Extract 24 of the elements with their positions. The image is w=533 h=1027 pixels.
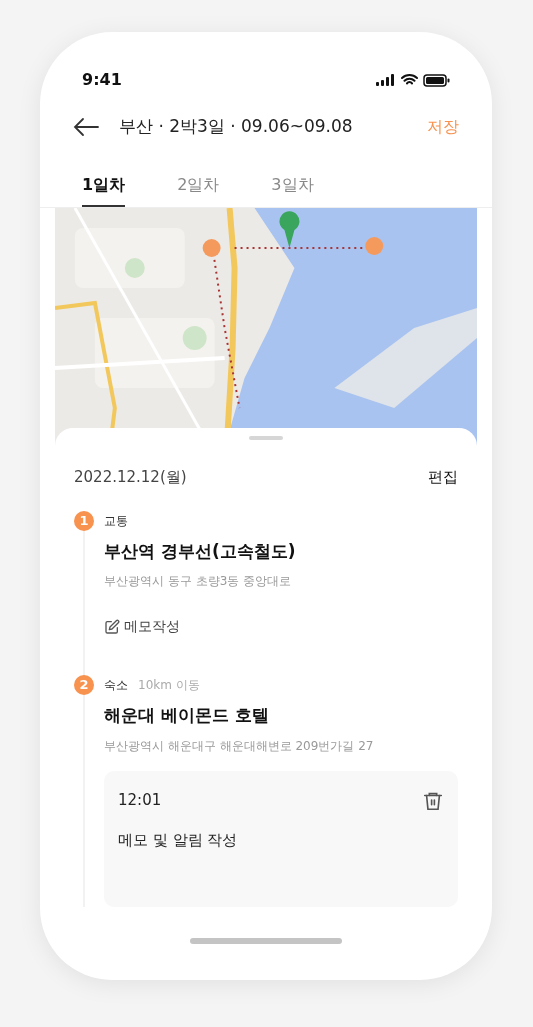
place-name: 해운대 베이몬드 호텔 xyxy=(104,704,270,727)
day-tab[interactable]: 3일차 xyxy=(271,173,314,207)
sheet-handle[interactable] xyxy=(249,436,283,440)
place-address: 부산광역시 해운대구 해운대해변로 209번가길 27 xyxy=(104,737,375,755)
memo-time: 12:01 xyxy=(118,790,162,812)
status-time: 9:41 xyxy=(82,69,122,91)
signal-icon xyxy=(376,74,396,86)
back-arrow-icon[interactable] xyxy=(73,117,99,137)
category-label: 숙소 xyxy=(104,677,128,694)
date-label: 2022.12.12(월) xyxy=(74,467,187,488)
pencil-icon xyxy=(104,618,120,635)
place-address: 부산광역시 동구 초량3동 중앙대로 xyxy=(104,573,293,590)
memo-text: 메모 및 알림 작성 xyxy=(118,829,239,851)
distance-label: 10km 이동 xyxy=(138,677,200,694)
step-number: 2 xyxy=(74,675,94,695)
edit-button[interactable]: 편집 xyxy=(428,466,458,489)
trip-title: 부산 · 2박3일 · 09.06~09.08 xyxy=(119,115,353,139)
day-tab[interactable]: 2일차 xyxy=(177,173,220,207)
wifi-icon xyxy=(401,74,418,86)
category-label: 교통 xyxy=(104,512,128,530)
write-memo-link[interactable]: 메모작성 xyxy=(104,616,180,637)
battery-icon xyxy=(423,73,450,87)
place-name: 부산역 경부선(고속철도) xyxy=(104,539,297,563)
step-number: 1 xyxy=(74,510,94,531)
